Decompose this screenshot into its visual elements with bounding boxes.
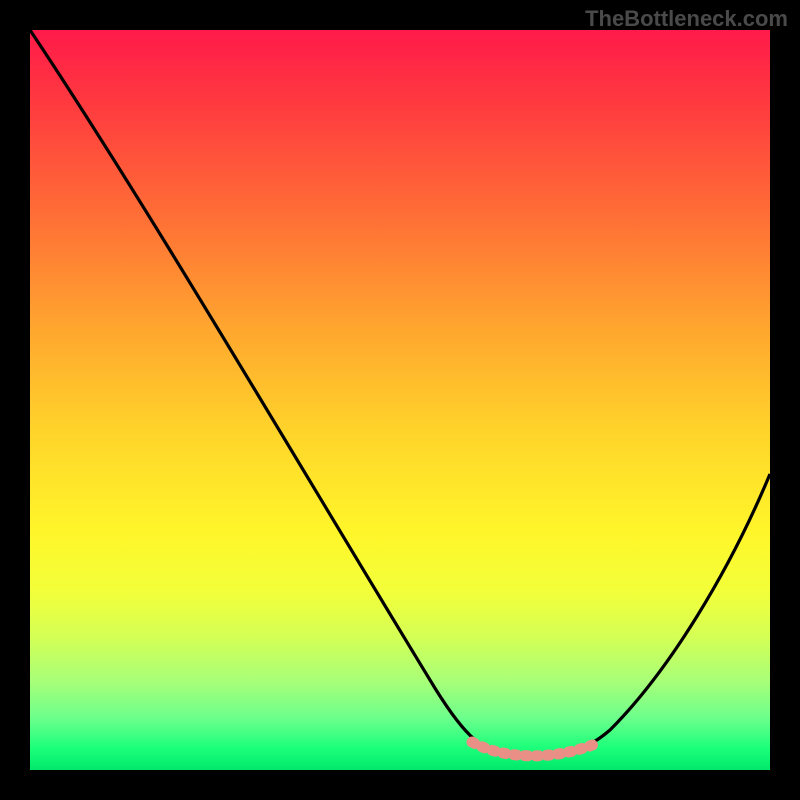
optimal-band-marker [472, 742, 595, 756]
plot-area [30, 30, 770, 770]
bottleneck-curve [30, 30, 770, 758]
watermark-text: TheBottleneck.com [585, 6, 788, 32]
chart-svg [30, 30, 770, 770]
